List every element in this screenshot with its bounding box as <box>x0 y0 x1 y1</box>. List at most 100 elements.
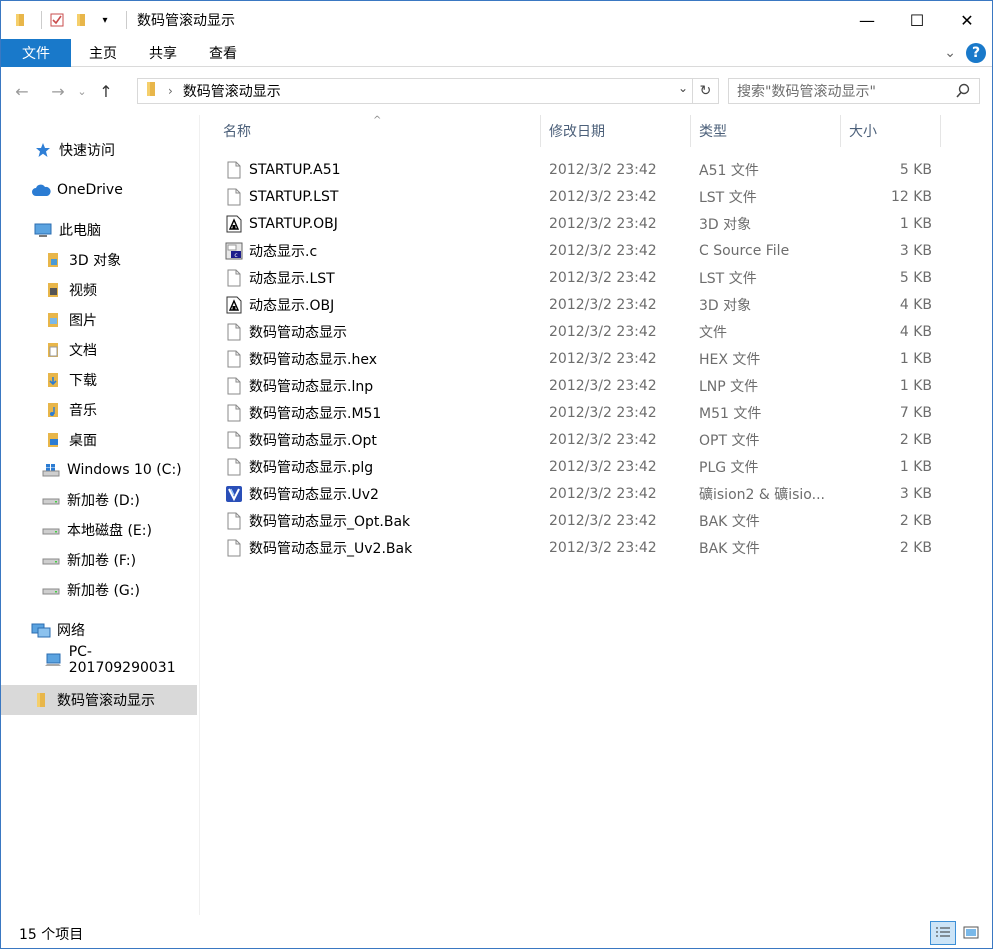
nav-this-pc[interactable]: 此电脑 <box>1 215 197 245</box>
close-button[interactable]: ✕ <box>942 1 992 39</box>
uv2-icon <box>225 484 243 504</box>
tab-file[interactable]: 文件 <box>1 38 71 67</box>
new-folder-icon[interactable] <box>72 11 90 29</box>
minimize-button[interactable]: — <box>842 1 892 39</box>
customize-dropdown-icon[interactable]: ▾ <box>96 11 114 29</box>
folder-icon <box>31 690 51 710</box>
expand-ribbon-icon[interactable]: ⌄ <box>944 45 956 61</box>
file-icon <box>225 268 243 288</box>
large-icons-view-button[interactable] <box>958 921 984 945</box>
file-row[interactable]: 数码管动态显示.Uv2 2012/3/2 23:42 礦ision2 & 礦isio… <box>201 480 941 507</box>
nav-desktop[interactable]: 桌面 <box>1 425 197 455</box>
file-type: 3D 对象 <box>699 297 752 314</box>
tab-share[interactable]: 共享 <box>133 39 193 67</box>
file-size: 2 KB <box>899 512 932 529</box>
file-name-cell[interactable]: STARTUP.A51 <box>225 156 341 183</box>
file-name-cell[interactable]: 数码管动态显示 <box>225 318 347 345</box>
file-type: LST 文件 <box>699 189 757 206</box>
up-arrow-icon[interactable]: ↑ <box>95 80 117 102</box>
3d-objects-icon <box>43 250 63 270</box>
file-name-cell[interactable]: c 动态显示.c <box>225 237 317 264</box>
file-row[interactable]: 数码管动态显示.plg 2012/3/2 23:42 PLG 文件 1 KB <box>201 453 941 480</box>
svg-text:c: c <box>234 252 237 259</box>
file-name-cell[interactable]: 数码管动态显示_Opt.Bak <box>225 507 410 534</box>
file-name-cell[interactable]: 数码管动态显示.plg <box>225 453 373 480</box>
breadcrumb-current[interactable]: 数码管滚动显示 <box>183 81 281 101</box>
address-bar[interactable]: › 数码管滚动显示 ⌄ ↻ <box>137 78 719 104</box>
nav-current-folder[interactable]: 数码管滚动显示 <box>1 685 197 715</box>
cloud-icon <box>31 180 51 200</box>
file-row[interactable]: 数码管动态显示_Opt.Bak 2012/3/2 23:42 BAK 文件 2 KB <box>201 507 941 534</box>
address-dropdown-icon[interactable]: ⌄ <box>678 81 688 95</box>
file-name-cell[interactable]: 数码管动态显示.Uv2 <box>225 480 379 507</box>
nav-pc-network[interactable]: PC-201709290031 <box>1 644 197 676</box>
file-row[interactable]: 动态显示.LST 2012/3/2 23:42 LST 文件 5 KB <box>201 264 941 291</box>
file-row[interactable]: 数码管动态显示.lnp 2012/3/2 23:42 LNP 文件 1 KB <box>201 372 941 399</box>
nav-documents[interactable]: 文档 <box>1 335 197 365</box>
breadcrumb-chevron-icon[interactable]: › <box>168 84 173 98</box>
search-input[interactable]: 搜索"数码管滚动显示" <box>728 78 980 104</box>
file-row[interactable]: 数码管动态显示 2012/3/2 23:42 文件 4 KB <box>201 318 941 345</box>
column-date[interactable]: 修改日期 <box>541 115 691 147</box>
file-row[interactable]: 数码管动态显示.M51 2012/3/2 23:42 M51 文件 7 KB <box>201 399 941 426</box>
file-row[interactable]: 数码管动态显示.Opt 2012/3/2 23:42 OPT 文件 2 KB <box>201 426 941 453</box>
back-arrow-icon[interactable]: ← <box>11 80 33 102</box>
file-name: 动态显示.LST <box>249 270 335 287</box>
file-date: 2012/3/2 23:42 <box>549 431 657 448</box>
refresh-icon[interactable]: ↻ <box>692 79 718 103</box>
desktop-icon <box>43 430 63 450</box>
forward-arrow-icon[interactable]: → <box>47 80 69 102</box>
file-row[interactable]: 数码管动态显示.hex 2012/3/2 23:42 HEX 文件 1 KB <box>201 345 941 372</box>
tab-home[interactable]: 主页 <box>71 39 133 67</box>
navigation-pane: 快速访问 OneDrive 此电脑 3D 对象 视频 图片 文档 下载 音乐 桌… <box>1 115 199 915</box>
nav-drive-d[interactable]: 新加卷 (D:) <box>1 485 197 515</box>
file-name-cell[interactable]: 数码管动态显示.hex <box>225 345 377 372</box>
file-date: 2012/3/2 23:42 <box>549 404 657 421</box>
file-name-cell[interactable]: 数码管动态显示_Uv2.Bak <box>225 534 412 561</box>
file-name-cell[interactable]: STARTUP.OBJ <box>225 210 338 237</box>
properties-icon[interactable] <box>48 11 66 29</box>
file-date: 2012/3/2 23:42 <box>549 512 657 529</box>
nav-drive-c[interactable]: Windows 10 (C:) <box>1 455 197 485</box>
file-row[interactable]: STARTUP.LST 2012/3/2 23:42 LST 文件 12 KB <box>201 183 941 210</box>
file-row[interactable]: c 动态显示.c 2012/3/2 23:42 C Source File 3 KB <box>201 237 941 264</box>
file-name-cell[interactable]: 数码管动态显示.Opt <box>225 426 377 453</box>
column-name[interactable]: 名称 <box>215 115 541 147</box>
nav-videos[interactable]: 视频 <box>1 275 197 305</box>
nav-drive-g[interactable]: 新加卷 (G:) <box>1 575 197 605</box>
file-row[interactable]: 动态显示.OBJ 2012/3/2 23:42 3D 对象 4 KB <box>201 291 941 318</box>
nav-3d-objects[interactable]: 3D 对象 <box>1 245 197 275</box>
file-name-cell[interactable]: 数码管动态显示.lnp <box>225 372 373 399</box>
nav-drive-e[interactable]: 本地磁盘 (E:) <box>1 515 197 545</box>
nav-downloads[interactable]: 下载 <box>1 365 197 395</box>
tab-view[interactable]: 查看 <box>193 39 253 67</box>
nav-drive-f[interactable]: 新加卷 (F:) <box>1 545 197 575</box>
file-name-cell[interactable]: 数码管动态显示.M51 <box>225 399 381 426</box>
file-row[interactable]: STARTUP.OBJ 2012/3/2 23:42 3D 对象 1 KB <box>201 210 941 237</box>
file-name: STARTUP.A51 <box>249 161 341 178</box>
file-date: 2012/3/2 23:42 <box>549 323 657 340</box>
column-size[interactable]: 大小 <box>841 115 941 147</box>
nav-music[interactable]: 音乐 <box>1 395 197 425</box>
file-date: 2012/3/2 23:42 <box>549 377 657 394</box>
file-name-cell[interactable]: 动态显示.OBJ <box>225 291 334 318</box>
file-row[interactable]: 数码管动态显示_Uv2.Bak 2012/3/2 23:42 BAK 文件 2 KB <box>201 534 941 561</box>
details-view-button[interactable] <box>930 921 956 945</box>
maximize-button[interactable]: ☐ <box>892 1 942 39</box>
help-icon[interactable]: ? <box>966 43 986 63</box>
file-size: 1 KB <box>899 350 932 367</box>
nav-onedrive[interactable]: OneDrive <box>1 175 197 205</box>
search-icon[interactable] <box>955 83 971 103</box>
computer-icon <box>43 650 63 670</box>
column-type[interactable]: 类型 <box>691 115 841 147</box>
c-icon: c <box>225 241 243 261</box>
nav-network[interactable]: 网络 <box>1 615 197 645</box>
recent-locations-chevron-icon[interactable]: ⌄ <box>71 80 93 102</box>
nav-quick-access[interactable]: 快速访问 <box>1 135 197 165</box>
nav-pictures[interactable]: 图片 <box>1 305 197 335</box>
file-row[interactable]: STARTUP.A51 2012/3/2 23:42 A51 文件 5 KB <box>201 156 941 183</box>
file-type: M51 文件 <box>699 405 762 422</box>
file-name-cell[interactable]: 动态显示.LST <box>225 264 335 291</box>
file-name-cell[interactable]: STARTUP.LST <box>225 183 338 210</box>
file-icon <box>225 349 243 369</box>
